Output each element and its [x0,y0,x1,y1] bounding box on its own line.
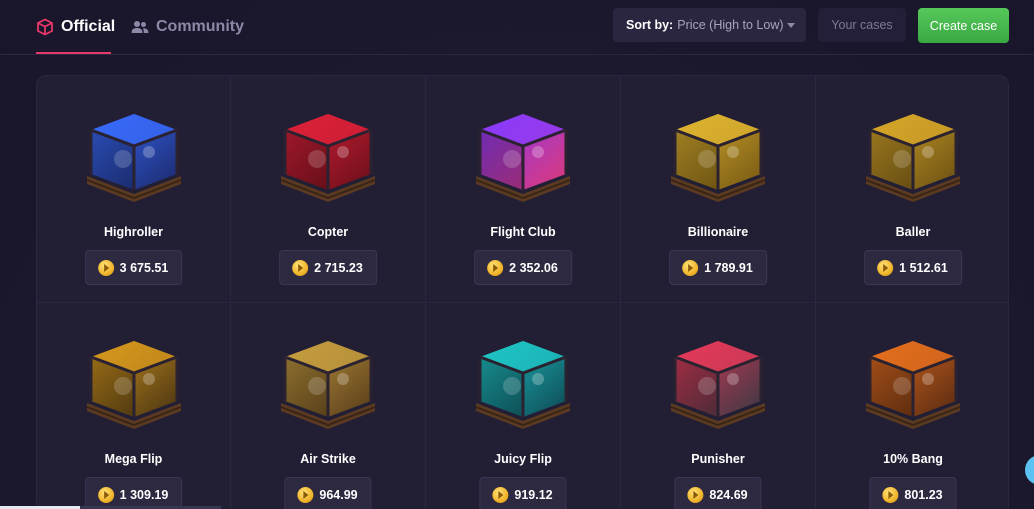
case-price-button[interactable]: 2 715.23 [279,250,377,285]
tab-official[interactable]: Official [36,0,115,54]
case-name: 10% Bang [883,452,943,466]
sort-dropdown[interactable]: Sort by: Price (High to Low) [613,8,806,42]
case-image [670,341,766,429]
cases-panel: Highroller 3 675.51 Copter 2 715.23 Flig… [36,75,1009,509]
case-image [475,114,571,202]
case-name: Highroller [103,225,164,239]
case-card[interactable]: Air Strike 964.99 [231,303,426,509]
case-price-button[interactable]: 919.12 [479,477,567,509]
case-price: 1 512.61 [899,260,948,275]
case-price-button[interactable]: 964.99 [284,477,372,509]
chevron-down-icon [787,23,795,28]
coin-icon [882,486,899,503]
tab-official-label: Official [61,18,116,35]
case-card[interactable]: Juicy Flip 919.12 [426,303,621,509]
case-card[interactable]: Punisher 824.69 [621,303,816,509]
case-price-button[interactable]: 3 675.51 [84,250,183,285]
sort-label: Sort by: [626,18,674,32]
case-price: 1 309.19 [119,487,169,502]
case-name: Copter [307,225,349,239]
case-card[interactable]: Highroller 3 675.51 [37,76,231,303]
case-price: 1 789.91 [704,260,753,275]
case-price-button[interactable]: 824.69 [674,477,762,509]
case-name: Punisher [691,452,745,466]
case-card[interactable]: Baller 1 512.61 [816,76,1008,303]
users-icon [131,21,149,33]
coin-icon [97,259,114,276]
top-bar: Official Community Sort by: Price (High … [0,0,1034,55]
cases-grid: Highroller 3 675.51 Copter 2 715.23 Flig… [37,76,1008,509]
case-image [280,341,376,429]
case-name: Baller [895,225,931,239]
case-image [86,341,181,429]
case-price: 919.12 [514,487,553,502]
coin-icon [292,259,309,276]
sort-value: Price (High to Low) [677,18,784,32]
coin-icon [492,486,509,503]
case-card[interactable]: Copter 2 715.23 [231,76,426,303]
case-image [865,114,961,202]
case-card[interactable]: Billionaire 1 789.91 [621,76,816,303]
cube-icon [37,18,53,36]
case-name: Flight Club [490,225,556,239]
case-name: Billionaire [687,225,749,239]
case-price: 824.69 [709,487,748,502]
coin-icon [297,486,314,503]
case-card[interactable]: Mega Flip 1 309.19 [37,303,231,509]
case-price: 2 352.06 [509,260,558,275]
coin-icon [97,486,114,503]
case-price: 801.23 [904,487,943,502]
case-price: 964.99 [319,487,358,502]
create-case-button[interactable]: Create case [918,8,1009,43]
case-price: 3 675.51 [119,260,169,275]
case-name: Air Strike [300,452,356,466]
case-image [86,114,181,202]
coin-icon [687,486,704,503]
case-image [865,341,961,429]
tab-community[interactable]: Community [131,0,244,54]
case-card[interactable]: Flight Club 2 352.06 [426,76,621,303]
case-name: Mega Flip [104,452,163,466]
case-image [475,341,571,429]
tab-community-label: Community [156,18,244,35]
case-card[interactable]: 10% Bang 801.23 [816,303,1008,509]
case-image [280,114,376,202]
case-price-button[interactable]: 1 309.19 [84,477,183,509]
coin-icon [877,259,894,276]
case-name: Juicy Flip [494,452,552,466]
coin-icon [487,259,504,276]
case-price-button[interactable]: 801.23 [869,477,957,509]
case-price-button[interactable]: 1 789.91 [669,250,767,285]
coin-icon [682,259,699,276]
case-image [670,114,766,202]
case-price-button[interactable]: 2 352.06 [474,250,572,285]
case-price-button[interactable]: 1 512.61 [864,250,962,285]
case-price: 2 715.23 [314,260,363,275]
chat-icon[interactable] [1025,455,1034,485]
your-cases-button[interactable]: Your cases [818,8,906,42]
